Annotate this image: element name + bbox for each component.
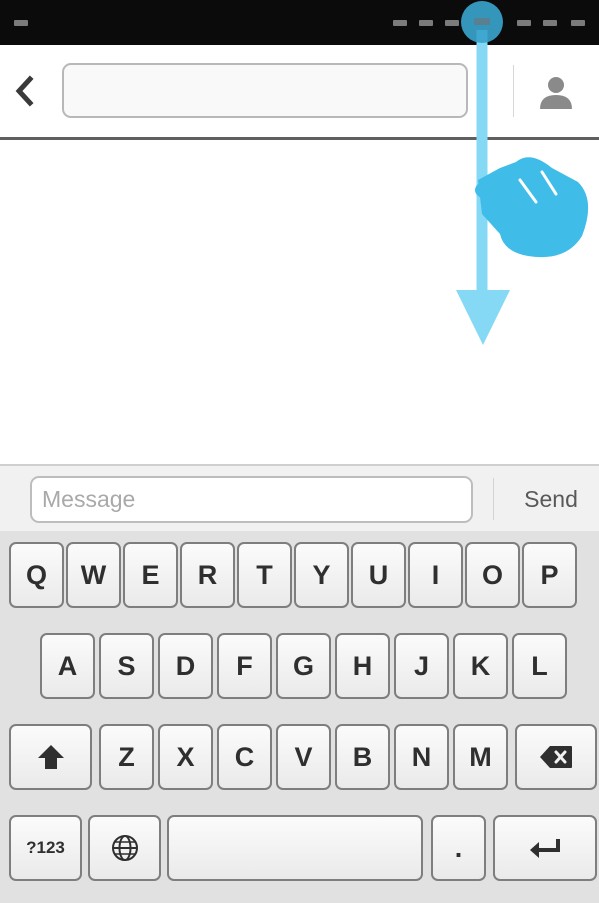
- key-o[interactable]: O: [465, 542, 520, 608]
- phone-screen: Send Q W E R T Y U I O P A S D F G H J K…: [0, 0, 599, 903]
- key-a[interactable]: A: [40, 633, 95, 699]
- key-p[interactable]: P: [522, 542, 577, 608]
- compose-bar: Send: [0, 464, 599, 531]
- conversation-area[interactable]: [0, 143, 599, 464]
- key-n[interactable]: N: [394, 724, 449, 790]
- header-divider: [513, 65, 514, 117]
- status-indicator: [14, 20, 28, 26]
- key-z[interactable]: Z: [99, 724, 154, 790]
- key-k[interactable]: K: [453, 633, 508, 699]
- key-g[interactable]: G: [276, 633, 331, 699]
- key-y[interactable]: Y: [294, 542, 349, 608]
- key-w[interactable]: W: [66, 542, 121, 608]
- key-b[interactable]: B: [335, 724, 390, 790]
- shift-arrow-icon: [37, 745, 64, 769]
- status-indicator: [419, 20, 433, 26]
- status-bar[interactable]: [0, 0, 599, 45]
- backspace-icon: [540, 746, 572, 768]
- chevron-left-icon: [15, 75, 34, 107]
- key-u[interactable]: U: [351, 542, 406, 608]
- conversation-header: [0, 45, 599, 140]
- status-indicator: [571, 20, 585, 26]
- language-key[interactable]: [88, 815, 161, 881]
- globe-icon: [111, 835, 138, 861]
- key-q[interactable]: Q: [9, 542, 64, 608]
- enter-return-icon: [530, 839, 560, 858]
- key-d[interactable]: D: [158, 633, 213, 699]
- key-s[interactable]: S: [99, 633, 154, 699]
- status-indicator: [393, 20, 407, 26]
- symbols-key[interactable]: ?123: [9, 815, 82, 881]
- space-key[interactable]: [167, 815, 423, 881]
- key-t[interactable]: T: [237, 542, 292, 608]
- person-icon: [540, 77, 572, 109]
- key-c[interactable]: C: [217, 724, 272, 790]
- compose-divider: [493, 478, 494, 520]
- key-h[interactable]: H: [335, 633, 390, 699]
- message-input[interactable]: [30, 476, 473, 523]
- status-indicator: [517, 20, 531, 26]
- key-e[interactable]: E: [123, 542, 178, 608]
- recipient-field[interactable]: [62, 63, 468, 118]
- keyboard: Q W E R T Y U I O P A S D F G H J K L Z …: [0, 531, 599, 903]
- add-contact-button[interactable]: [536, 75, 576, 111]
- send-button[interactable]: Send: [505, 476, 597, 523]
- key-i[interactable]: I: [408, 542, 463, 608]
- key-v[interactable]: V: [276, 724, 331, 790]
- key-l[interactable]: L: [512, 633, 567, 699]
- key-x[interactable]: X: [158, 724, 213, 790]
- enter-key[interactable]: [493, 815, 597, 881]
- backspace-key[interactable]: [515, 724, 597, 790]
- key-f[interactable]: F: [217, 633, 272, 699]
- key-m[interactable]: M: [453, 724, 508, 790]
- back-button[interactable]: [10, 73, 40, 109]
- status-indicator: [543, 20, 557, 26]
- key-j[interactable]: J: [394, 633, 449, 699]
- key-r[interactable]: R: [180, 542, 235, 608]
- status-indicator: [445, 20, 459, 26]
- shift-key[interactable]: [9, 724, 92, 790]
- period-key[interactable]: .: [431, 815, 486, 881]
